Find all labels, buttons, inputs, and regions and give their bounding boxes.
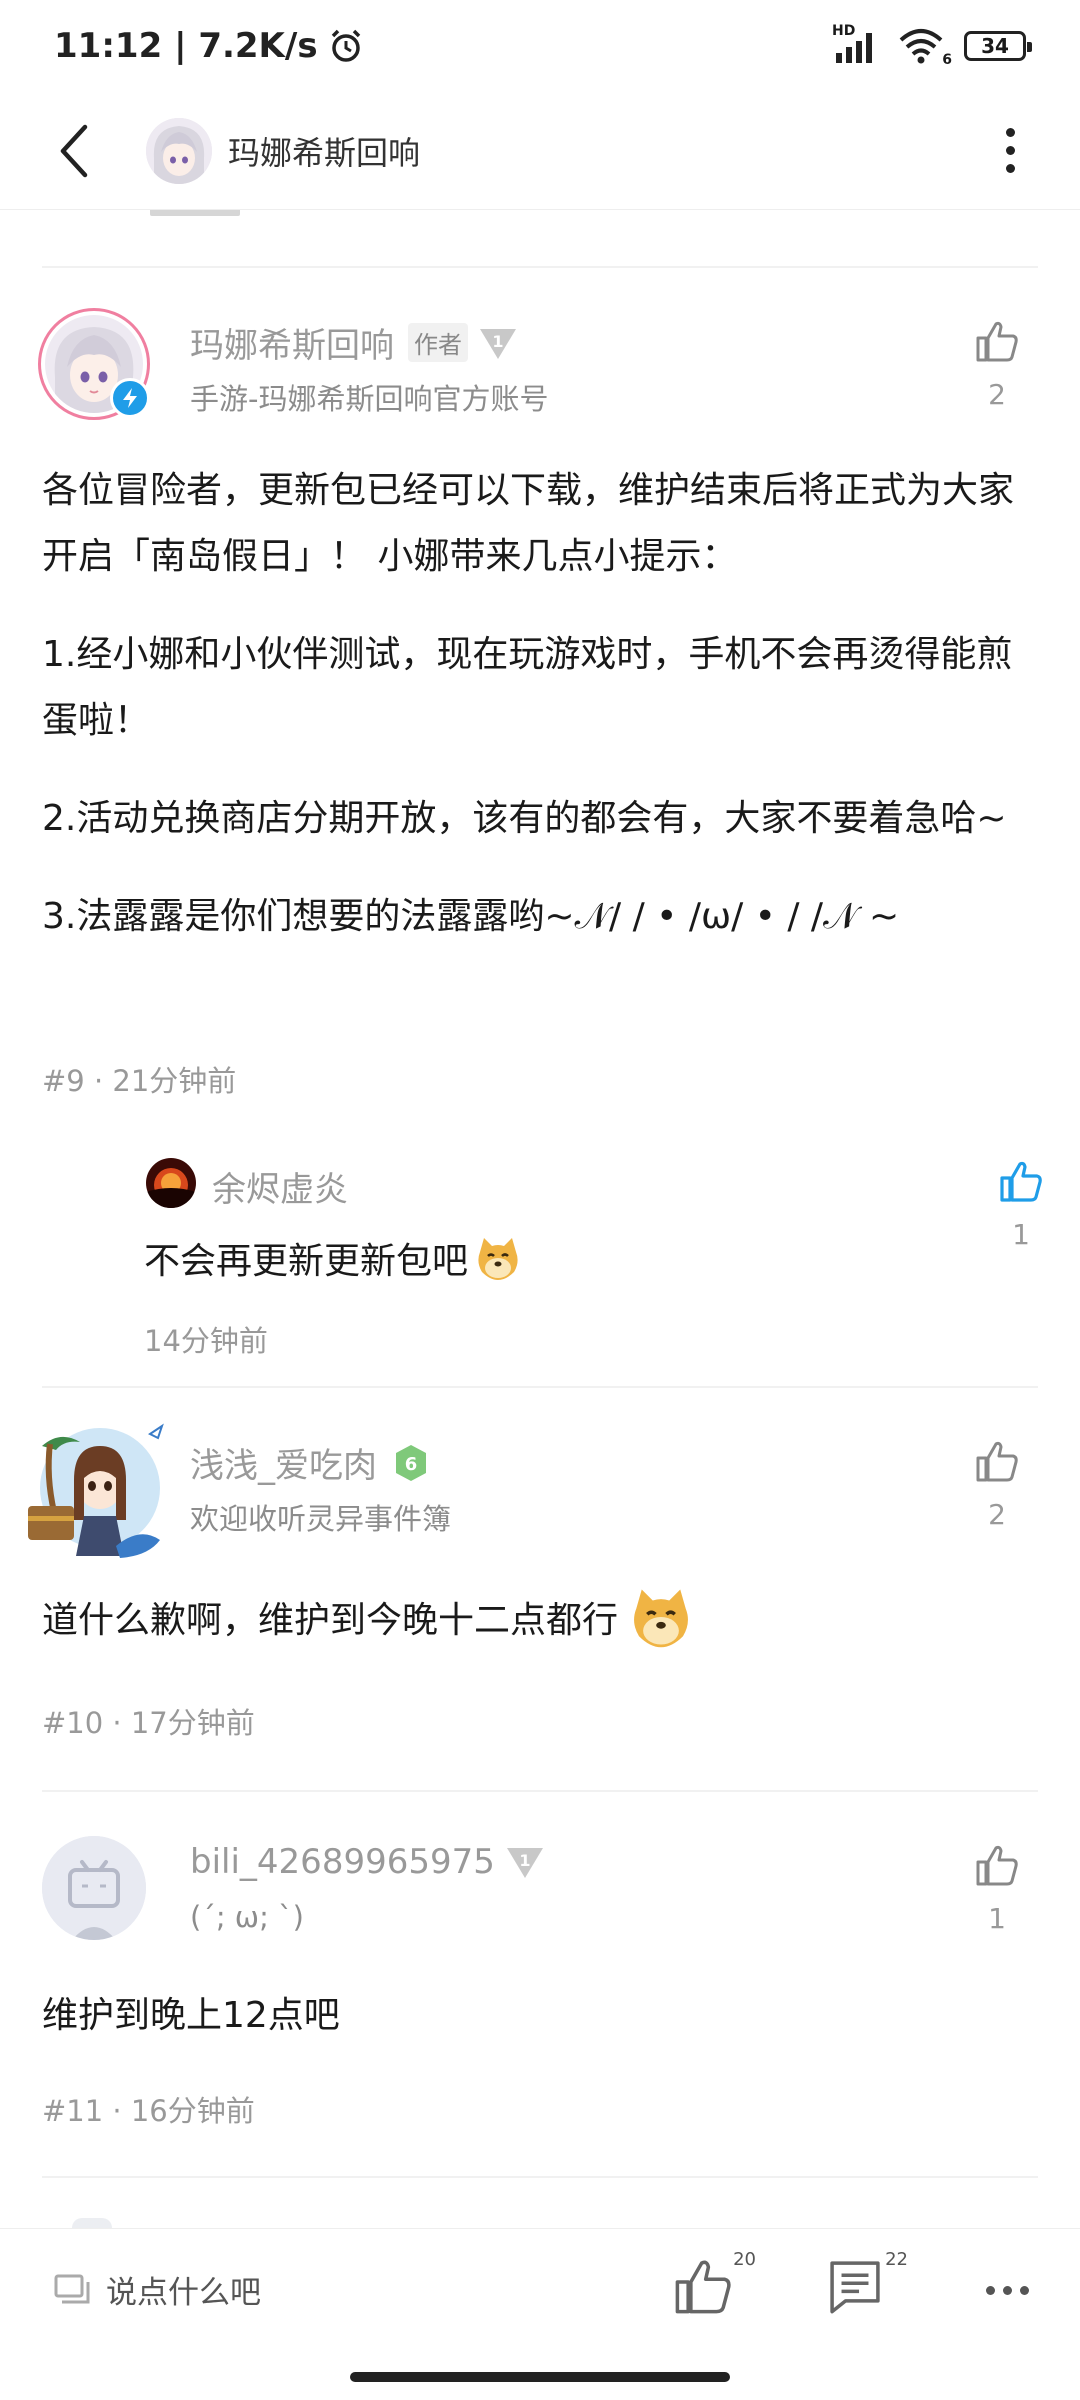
user-subtitle: 手游-玛娜希斯回响官方账号 [190,382,549,416]
floor-number: #11 [42,2094,104,2128]
like-button[interactable]: 2 [962,1438,1032,1531]
username[interactable]: 玛娜希斯回响 [190,318,394,367]
level-badge-icon: 1 [476,325,520,361]
previous-content-fragment [150,210,290,218]
alarm-icon [331,29,360,62]
svg-text:6: 6 [405,1454,418,1475]
top-navigation-bar: 玛娜希斯回响 [0,92,1080,210]
wifi-icon: 6 [898,28,952,68]
reply-text: 不会再更新更新包吧 [144,1241,469,1282]
comment-body: 各位冒险者，更新包已经可以下载，维护结束后将正式为大家开启「南岛假日」！ 小娜带… [42,458,1038,982]
reply-like-button[interactable]: 1 [986,1158,1056,1251]
comment-paragraph: 1.经小娜和小伙伴测试，现在玩游戏时，手机不会再烫得能煎蛋啦！ [42,634,1013,741]
comment-meta: #11 · 16分钟前 [42,2094,255,2128]
reply-time: 14分钟前 [144,1324,268,1358]
comment-input-placeholder: 说点什么吧 [106,2275,261,2311]
battery-level: 34 [981,34,1009,58]
bottom-action-bar: 说点什么吧 20 22 [0,2228,1080,2348]
thumbs-up-icon [976,1441,1018,1482]
user-avatar[interactable] [20,1416,170,1566]
user-avatar[interactable] [42,1836,146,1940]
comment-paragraph: 3.法露露是你们想要的法露露哟~𝒩/ / • /ω/ • / /𝒩 ~ [42,896,900,937]
thumbs-up-icon [976,1845,1018,1886]
thumbs-up-icon [675,2260,731,2314]
header-title: 玛娜希斯回响 [228,133,421,172]
bottom-like-button[interactable]: 20 [672,2249,756,2325]
comment-time: 16分钟前 [130,2094,255,2128]
reply-like-count: 1 [1012,1218,1030,1251]
comment-item: bili_42689965975 1 (´; ω; `) 1 维护到晚上12点吧… [0,1792,1080,2172]
level-badge-icon: 6 [391,1443,431,1483]
home-indicator[interactable] [350,2372,730,2382]
comment-body: 道什么歉啊，维护到今晚十二点都行 [42,1584,694,1650]
bottom-more-button[interactable] [972,2255,1042,2325]
battery-icon: 34 [964,31,1032,61]
thumbs-up-icon [976,321,1018,362]
comment-meta: #10 · 17分钟前 [42,1706,255,1740]
comment-input[interactable]: 说点什么吧 [52,2267,261,2312]
comment-text: 道什么歉啊，维护到今晚十二点都行 [42,1600,619,1641]
username[interactable]: 浅浅_爱吃肉 [190,1438,377,1487]
comment-bubble-icon [54,2274,90,2303]
comment-text: 维护到晚上12点吧 [42,1995,340,2036]
like-count: 2 [988,1498,1006,1531]
next-comment-avatar-fragment [72,2218,112,2228]
level-badge-icon: 1 [503,1844,547,1880]
comment-paragraph: 各位冒险者，更新包已经可以下载，维护结束后将正式为大家开启「南岛假日」！ 小娜带… [42,470,1015,577]
reply-username[interactable]: 余烬虚炎 [212,1162,348,1211]
status-bar: 11:12 | 7.2K/s HD 6 34 [0,0,1080,92]
comment-list-icon [830,2261,880,2314]
user-subtitle: 欢迎收听灵异事件簿 [190,1502,452,1536]
signal-icon: HD [832,23,882,63]
bottom-comment-button[interactable]: 22 [824,2249,908,2325]
like-count: 2 [988,378,1006,411]
thumbs-up-filled-icon [1000,1161,1042,1202]
verified-badge-icon [110,378,150,418]
comment-item: 玛娜希斯回响 作者 1 手游-玛娜希斯回响官方账号 2 各位冒险者，更新包已经可… [0,268,1080,1388]
like-button[interactable]: 2 [962,318,1032,411]
reply-text-row: 不会再更新更新包吧 [144,1232,522,1284]
comment-meta: #9 · 21分钟前 [42,1064,237,1098]
comment-time: 17分钟前 [130,1706,255,1740]
more-horizontal-icon [985,2285,995,2295]
bottom-comment-count: 22 [885,2249,908,2270]
status-time: 11:12 | 7.2K/s [54,26,318,66]
header-avatar[interactable] [146,117,212,184]
bottom-like-count: 20 [733,2249,756,2270]
doge-emoji-icon [478,1238,518,1280]
like-count: 1 [988,1902,1006,1935]
reply-avatar[interactable] [146,1158,196,1208]
author-badge: 作者 [408,323,468,362]
comment-paragraph: 2.活动兑换商店分期开放，该有的都会有，大家不要着急哈~ [42,798,1007,839]
username[interactable]: bili_42689965975 [190,1842,495,1882]
floor-number: #9 [42,1064,85,1098]
svg-text:1: 1 [492,332,503,351]
chevron-left-icon [60,124,88,177]
svg-text:1: 1 [519,1851,530,1870]
doge-emoji-icon [634,1589,688,1648]
more-options-button[interactable] [980,116,1040,186]
user-subtitle: (´; ω; `) [190,1900,304,1934]
more-dots-icon [1005,128,1015,137]
floor-number: #10 [42,1706,104,1740]
comment-item: 浅浅_爱吃肉 6 欢迎收听灵异事件簿 2 道什么歉啊，维护到今晚十二点都行 #1… [0,1388,1080,1768]
like-button[interactable]: 1 [962,1842,1032,1935]
back-button[interactable] [40,116,110,186]
divider [42,2176,1038,2178]
reply-item: 余烬虚炎 不会再更新更新包吧 14分钟前 1 [144,1148,1044,1358]
comment-time: 21分钟前 [112,1064,237,1098]
